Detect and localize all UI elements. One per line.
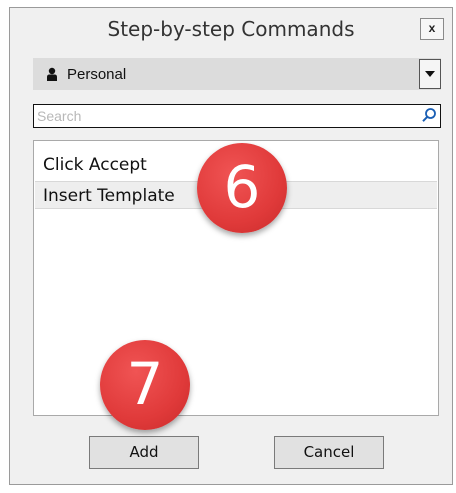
close-button[interactable]: x [420,18,444,40]
add-button[interactable]: Add [89,436,199,469]
search-icon[interactable] [421,107,437,128]
cancel-button[interactable]: Cancel [274,436,384,469]
step-badge-6: 6 [197,143,287,233]
title-bar: Step-by-step Commands x [10,8,452,50]
search-box[interactable] [33,104,441,128]
profile-dropdown[interactable]: Personal [33,58,441,90]
dropdown-arrow-button[interactable] [419,59,441,89]
dialog-title: Step-by-step Commands [107,17,355,41]
step-badge-7: 7 [100,340,190,430]
search-input[interactable] [36,106,408,126]
person-icon [47,67,57,81]
step-by-step-commands-dialog: Step-by-step Commands x Personal Click A… [9,7,453,485]
profile-selected-label: Personal [67,66,127,83]
chevron-down-icon [425,71,435,77]
